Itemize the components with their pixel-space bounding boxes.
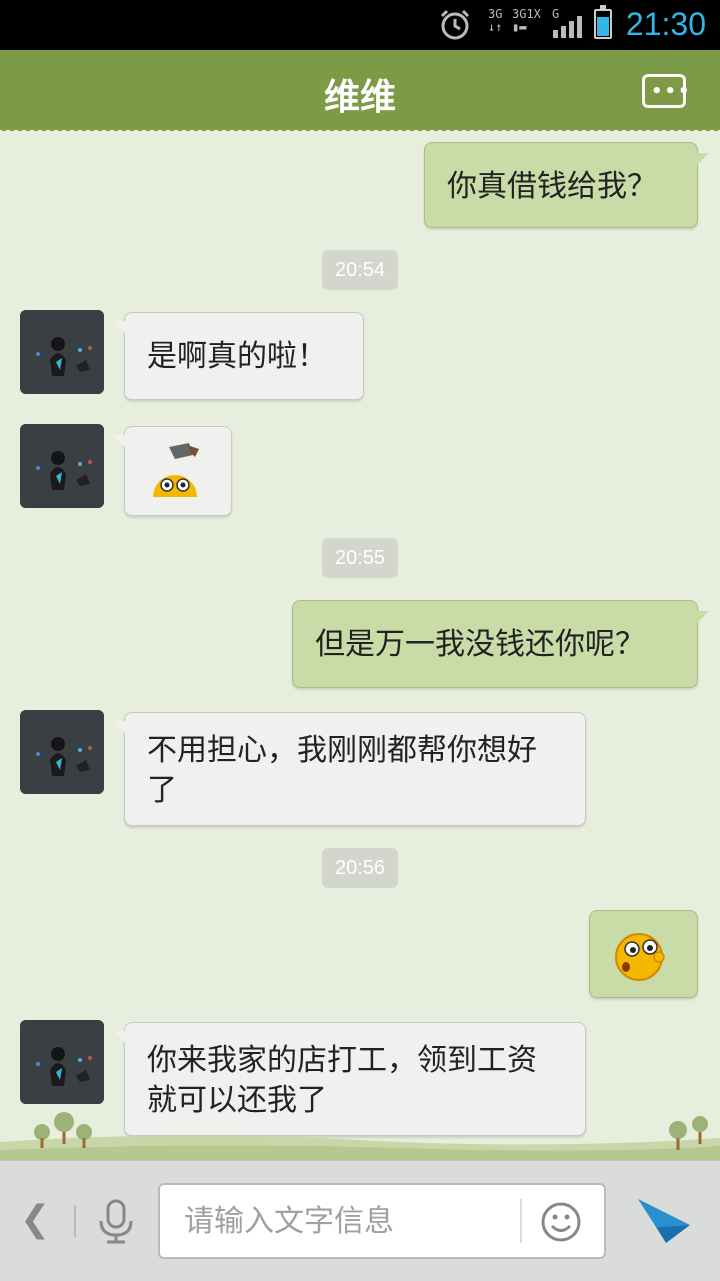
landscape-decoration: [0, 1112, 720, 1160]
avatar[interactable]: [20, 310, 104, 394]
message-text: 你来我家的店打工，领到工资就可以还我了: [147, 1043, 537, 1118]
message-bubble-received[interactable]: 是啊真的啦！: [113, 312, 364, 400]
message-text: 是啊真的啦！: [147, 339, 327, 374]
avatar[interactable]: [20, 710, 104, 794]
status-bar: 3G ↓↑ 3G1X ▮▬ G 21:30: [0, 0, 720, 50]
surprised-face-emoji: [615, 933, 665, 981]
header-scalloped-edge: [0, 128, 720, 136]
chat-more-button[interactable]: •••: [642, 74, 690, 108]
microphone-icon[interactable]: [96, 1199, 136, 1245]
message-bubble-sent-emoji[interactable]: [589, 910, 698, 998]
message-bubble-received[interactable]: 不用担心，我刚刚都帮你想好了: [113, 712, 586, 826]
message-list[interactable]: 你真借钱给我？ 20:54 是啊真的啦！ 20:55 但是万一我没钱还你呢？ 不…: [0, 136, 720, 1160]
send-arrow-icon[interactable]: [636, 1195, 692, 1245]
signal-strength-icon: [553, 16, 582, 38]
message-text-field[interactable]: [158, 1183, 606, 1259]
smiley-icon[interactable]: [540, 1201, 582, 1243]
message-bubble-sent[interactable]: 你真借钱给我？: [424, 142, 709, 228]
avatar[interactable]: [20, 1020, 104, 1104]
net-label-3g: 3G: [488, 7, 503, 21]
avatar-figure-icon: [20, 424, 104, 508]
timestamp-chip: 20:55: [322, 538, 398, 578]
divider: [520, 1199, 522, 1243]
chat-header: 维维 •••: [0, 50, 720, 130]
timestamp-chip: 20:54: [322, 250, 398, 290]
timestamp-chip: 20:56: [322, 848, 398, 888]
input-bar: ❮: [0, 1160, 720, 1281]
alarm-clock-icon: [440, 9, 470, 40]
avatar-figure-icon: [20, 710, 104, 794]
avatar-figure-icon: [20, 1020, 104, 1104]
message-text: 但是万一我没钱还你呢？: [315, 627, 645, 662]
net-label-1x: 1X: [526, 7, 541, 21]
divider: [74, 1205, 76, 1237]
net-label-3g-2: 3G: [512, 7, 527, 21]
network-3g-1x-icon: 3G1X ▮▬: [512, 7, 541, 34]
chat-more-icon: •••: [651, 81, 692, 102]
message-bubble-received-emoji[interactable]: [113, 426, 232, 516]
message-bubble-sent[interactable]: 但是万一我没钱还你呢？: [292, 600, 709, 688]
avatar[interactable]: [20, 424, 104, 508]
contact-name: 维维: [323, 77, 396, 118]
message-text: 不用担心，我刚刚都帮你想好了: [147, 733, 537, 808]
message-text: 你真借钱给我？: [447, 169, 657, 204]
battery-icon: [594, 5, 612, 39]
chevron-left-icon[interactable]: ❮: [20, 1199, 50, 1240]
message-input[interactable]: [182, 1203, 516, 1240]
status-time: 21:30: [625, 6, 706, 42]
avatar-figure-icon: [20, 310, 104, 394]
network-3g-icon: 3G ↓↑: [488, 7, 503, 34]
axe-head-emoji: [153, 443, 199, 497]
